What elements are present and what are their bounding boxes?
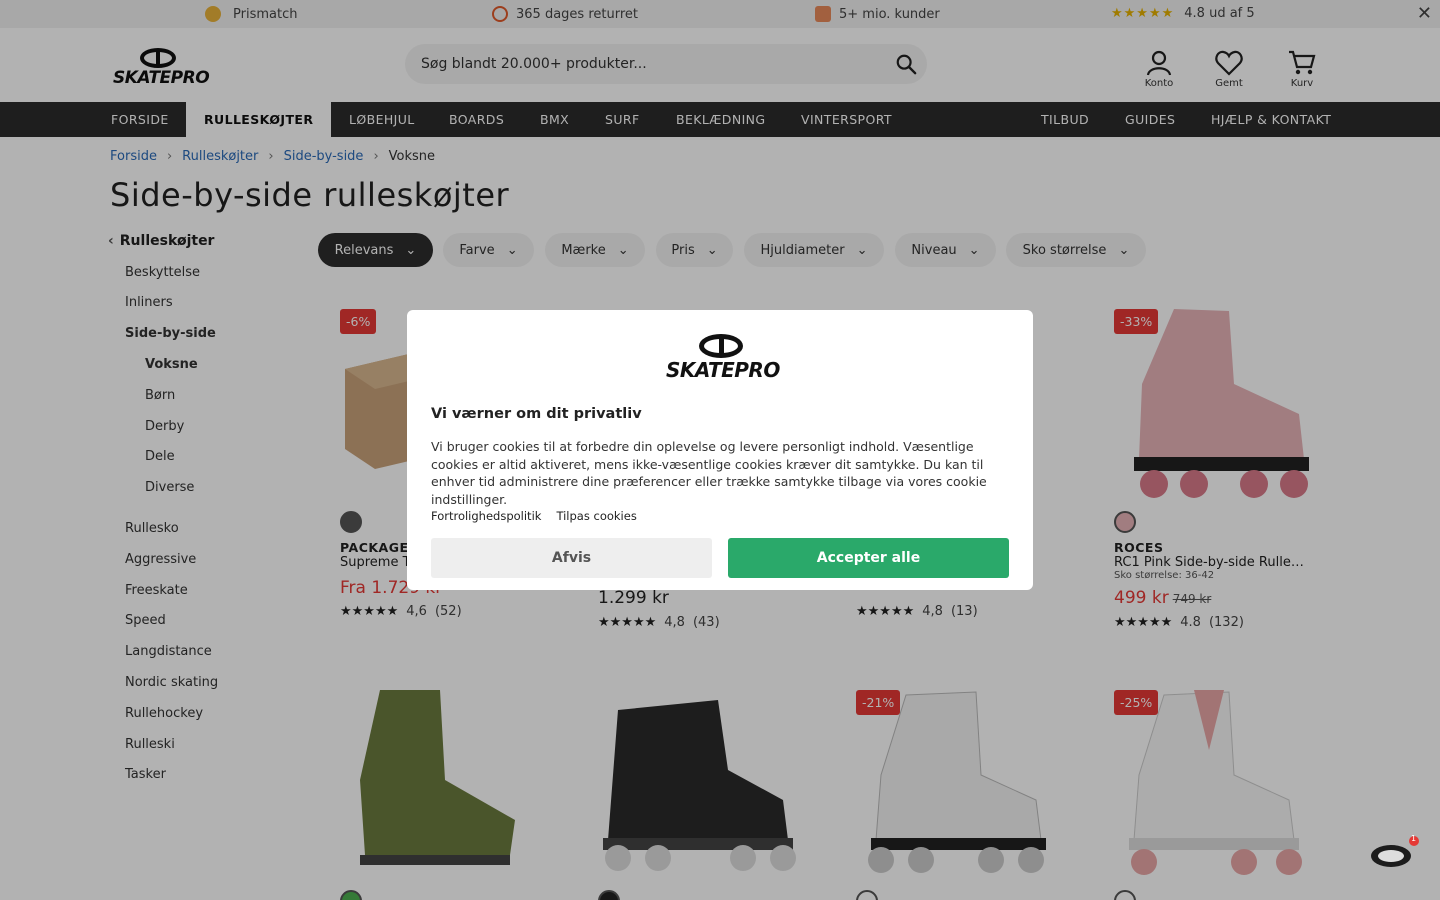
modal-logo: SKATEPRO xyxy=(666,334,780,384)
chat-widget[interactable]: 1 xyxy=(1369,834,1421,876)
logo-text: SKATEPRO xyxy=(666,358,780,382)
privacy-policy-link[interactable]: Fortrolighedspolitik xyxy=(431,509,541,523)
logo-mark-icon xyxy=(699,334,743,358)
customize-cookies-link[interactable]: Tilpas cookies xyxy=(556,509,636,523)
modal-body-text: Vi bruger cookies til at forbedre din op… xyxy=(431,439,987,507)
reject-button[interactable]: Afvis xyxy=(431,538,712,578)
modal-title: Vi værner om dit privatliv xyxy=(431,406,642,422)
cookie-consent-modal: SKATEPRO Vi værner om dit privatliv Vi b… xyxy=(407,310,1033,590)
chat-badge: 1 xyxy=(1411,834,1417,843)
modal-links: Fortrolighedspolitik Tilpas cookies xyxy=(431,509,637,523)
accept-all-button[interactable]: Accepter alle xyxy=(728,538,1009,578)
